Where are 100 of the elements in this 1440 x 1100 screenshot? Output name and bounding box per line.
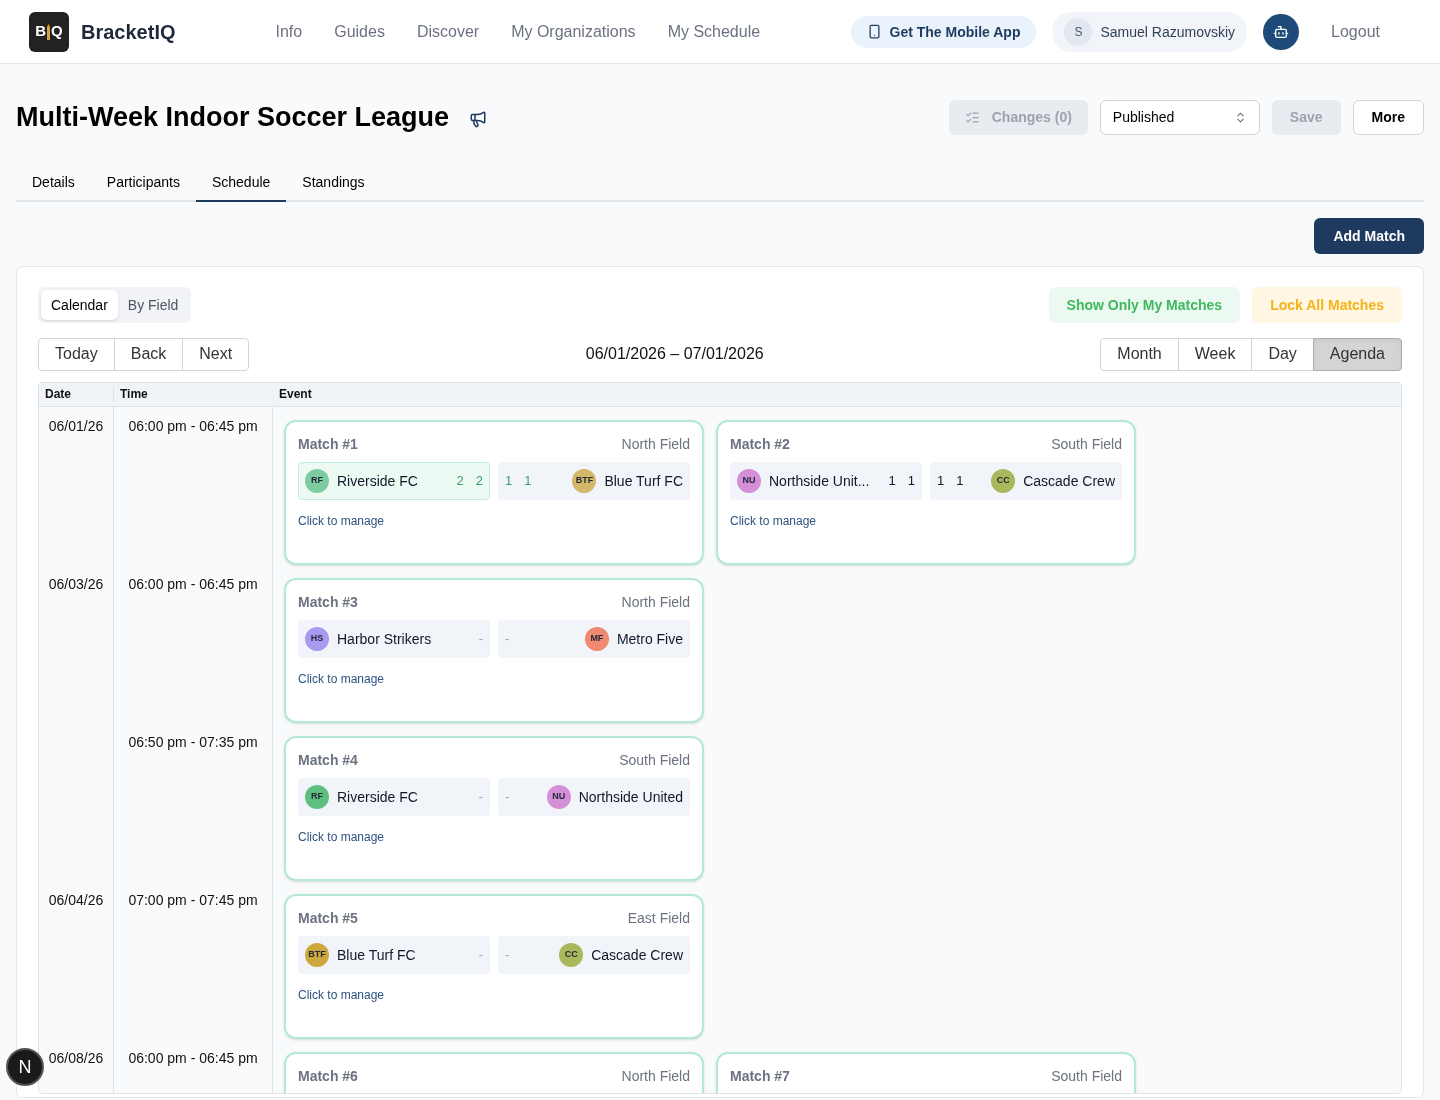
score: 2 — [456, 471, 464, 490]
toggle-option[interactable]: By Field — [117, 289, 189, 320]
page-title: Multi-Week Indoor Soccer League — [16, 101, 450, 134]
nav-link[interactable]: My Organizations — [511, 19, 636, 44]
megaphone-icon[interactable] — [469, 110, 488, 129]
nav-link[interactable]: Info — [275, 19, 303, 44]
manage-link[interactable]: Click to manage — [730, 513, 817, 528]
score: - — [478, 629, 483, 648]
team-avatar: RF — [305, 468, 329, 493]
tab[interactable]: Participants — [90, 171, 196, 202]
time-cell: 06:00 pm - 06:45 pm — [128, 417, 258, 434]
date-cell: 06/04/26 — [48, 891, 104, 908]
team-avatar: MF — [584, 626, 609, 651]
match-title: Match #3 — [298, 592, 358, 612]
match-card[interactable]: Match #6 North Field — [284, 1051, 704, 1093]
nav-link[interactable]: Guides — [334, 19, 385, 44]
torch-icon — [46, 23, 52, 40]
more-button[interactable]: More — [1352, 99, 1424, 135]
column-header: Time — [119, 386, 149, 402]
calendar-nav-button[interactable]: Today — [38, 337, 115, 371]
team-avatar: CC — [991, 468, 1016, 493]
score: 1 — [956, 471, 964, 490]
score: - — [505, 787, 510, 806]
logout-link[interactable]: Logout — [1331, 19, 1380, 44]
match-card[interactable]: Match #2 South Field NU Northside Unit... 1 1 1 1 CC Cascade Crew Click to manage — [716, 419, 1136, 565]
toggle-option[interactable]: Calendar — [41, 289, 118, 320]
column-header: Date — [39, 386, 114, 402]
team-name: Cascade Crew — [1023, 471, 1115, 491]
field-name: South Field — [619, 750, 690, 770]
tab[interactable]: Standings — [286, 171, 381, 202]
date-range: 06/01/2026 – 07/01/2026 — [585, 344, 764, 364]
manage-link[interactable]: Click to manage — [298, 987, 385, 1002]
tab[interactable]: Details — [16, 171, 91, 202]
manage-link[interactable]: Click to manage — [298, 671, 385, 686]
match-title: Match #1 — [298, 434, 358, 454]
field-name: East Field — [627, 908, 690, 928]
score: - — [478, 787, 483, 806]
time-cell: 06:00 pm - 06:45 pm — [128, 1049, 258, 1066]
time-cell: 07:00 pm - 07:45 pm — [128, 891, 258, 908]
match-title: Match #5 — [298, 908, 358, 928]
team-avatar: CC — [559, 942, 584, 967]
score: 1 — [907, 471, 915, 490]
match-title: Match #2 — [730, 434, 790, 454]
nav-link[interactable]: My Schedule — [667, 19, 761, 44]
time-cell: 06:50 pm - 07:35 pm — [128, 733, 258, 750]
team-name: Riverside FC — [337, 787, 418, 807]
team-name: Northside Unit... — [769, 471, 870, 491]
score: - — [505, 945, 510, 964]
view-button[interactable]: Day — [1251, 337, 1314, 371]
brand-name[interactable]: BracketIQ — [81, 17, 176, 46]
checklist-icon — [964, 109, 980, 125]
match-card[interactable]: Match #7 South Field — [716, 1051, 1136, 1093]
team-avatar: RF — [305, 784, 329, 809]
match-card[interactable]: Match #5 East Field BTF Blue Turf FC - - CC Cascade Crew Click to manage — [284, 893, 704, 1039]
team-name: Northside United — [578, 787, 683, 807]
robot-icon — [1273, 23, 1290, 40]
team-avatar: NU — [737, 468, 761, 493]
score: 2 — [475, 471, 483, 490]
team-name: Riverside FC — [337, 471, 418, 491]
team-avatar: BTF — [572, 468, 597, 493]
calendar-nav-button[interactable]: Back — [113, 337, 184, 371]
view-button[interactable]: Week — [1177, 337, 1253, 371]
mobile-app-button[interactable]: Get The Mobile App — [850, 15, 1037, 48]
manage-link[interactable]: Click to manage — [298, 513, 385, 528]
match-card[interactable]: Match #3 North Field HS Harbor Strikers - - MF Metro Five Click to manage — [284, 577, 704, 723]
time-cell: 06:00 pm - 06:45 pm — [128, 575, 258, 592]
match-title: Match #4 — [298, 750, 358, 770]
date-cell: 06/01/26 — [48, 417, 104, 434]
field-name: North Field — [621, 434, 690, 454]
team-name: Cascade Crew — [591, 945, 683, 965]
date-cell: 06/08/26 — [48, 1049, 104, 1066]
team-name: Blue Turf FC — [337, 945, 416, 965]
bot-button[interactable] — [1263, 13, 1300, 50]
logo[interactable]: B Q — [29, 11, 69, 52]
user-name: Samuel Razumovskiy — [1100, 22, 1236, 42]
match-title: Match #6 — [298, 1066, 358, 1086]
team-avatar: HS — [305, 626, 329, 651]
column-header: Event — [278, 386, 312, 402]
view-button[interactable]: Agenda — [1312, 337, 1402, 371]
score: 1 — [888, 471, 896, 490]
nav-link[interactable]: Discover — [416, 19, 480, 44]
team-name: Metro Five — [616, 629, 683, 649]
tab[interactable]: Schedule — [195, 171, 287, 202]
field-name: North Field — [621, 1066, 690, 1086]
calendar-nav-button[interactable]: Next — [182, 337, 250, 371]
user-avatar: S — [1064, 17, 1093, 46]
match-card[interactable]: Match #4 South Field RF Riverside FC - - NU Northside United Click to manage — [284, 735, 704, 881]
team-avatar: NU — [546, 784, 571, 809]
field-name: South Field — [1051, 1066, 1122, 1086]
view-button[interactable]: Month — [1100, 337, 1179, 371]
score: 1 — [937, 471, 945, 490]
add-match-button[interactable]: Add Match — [1314, 217, 1424, 254]
team-name: Blue Turf FC — [604, 471, 683, 491]
manage-link[interactable]: Click to manage — [298, 829, 385, 844]
user-chip[interactable]: S Samuel Razumovskiy — [1052, 11, 1248, 52]
score: 1 — [505, 471, 513, 490]
floating-badge[interactable]: N — [6, 1048, 44, 1086]
score: 1 — [524, 471, 532, 490]
status-select[interactable]: Published — [1099, 99, 1260, 135]
match-card[interactable]: Match #1 North Field RF Riverside FC 2 2 1 1 BTF Blue Turf FC Click to manage — [284, 419, 704, 565]
